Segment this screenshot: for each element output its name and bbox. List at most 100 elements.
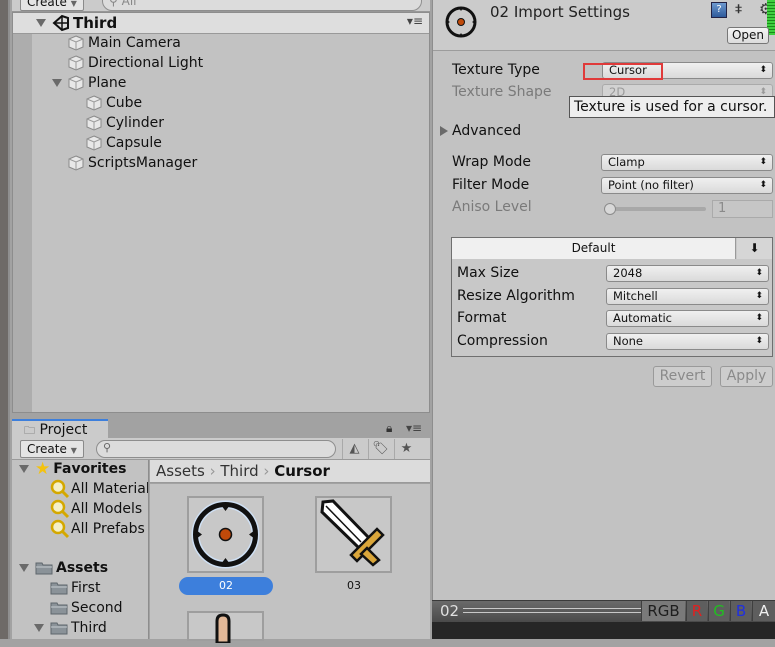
resize-algorithm-dropdown[interactable]: Mitchell ⬍ [606, 288, 769, 305]
hierarchy-gutter [13, 34, 32, 412]
open-button[interactable]: Open [727, 27, 769, 44]
scene-header-row[interactable]: Third ▾≡ [13, 13, 429, 34]
favorites-header[interactable]: ★ Favorites [19, 460, 126, 479]
search-by-label-icon[interactable]: 🏷︎ [368, 439, 392, 459]
saved-search-icon [50, 499, 70, 519]
folder-item[interactable]: Second [50, 598, 123, 618]
folder-icon [50, 582, 68, 595]
assets-header[interactable]: Assets [19, 558, 108, 578]
apply-button[interactable]: Apply [720, 366, 773, 387]
hierarchy-search-input[interactable]: ⚲ All [102, 0, 422, 11]
hierarchy-item[interactable]: Cylinder [86, 113, 164, 133]
annotation-highlight-box [583, 63, 663, 80]
gameobject-cube-icon [86, 95, 102, 111]
project-asset-grid: 02 03 [150, 484, 430, 645]
crosshair-cursor-icon [189, 498, 262, 575]
tooltip: Texture is used for a cursor. [569, 96, 775, 118]
breadcrumb-separator-icon: › [258, 462, 275, 480]
folder-label: Third [71, 620, 107, 636]
wrap-mode-dropdown[interactable]: Clamp ⬍ [601, 154, 773, 171]
saved-search-icon [50, 479, 70, 499]
channel-button-g[interactable]: G [708, 601, 729, 621]
expand-arrow-icon[interactable] [34, 624, 44, 632]
wrap-mode-label: Wrap Mode [452, 154, 532, 170]
hierarchy-item-label: Directional Light [88, 55, 204, 71]
save-search-star-icon[interactable]: ★ [394, 439, 418, 459]
expand-arrow-icon [440, 126, 448, 136]
download-arrow-icon[interactable]: ⬇ [737, 238, 772, 259]
project-folder-tree: ★ Favorites All Materials All Models All Pre… [12, 460, 149, 639]
tab-default-platform[interactable]: Default [452, 238, 736, 259]
expand-arrow-icon[interactable] [19, 564, 29, 572]
asset-label[interactable]: 03 [307, 577, 401, 595]
help-book-icon[interactable]: ? [711, 2, 727, 18]
project-create-button[interactable]: Create ▼ [20, 440, 84, 458]
channel-button-b[interactable]: B [730, 601, 751, 621]
channel-button-rgb[interactable]: RGB [641, 601, 685, 621]
filter-mode-dropdown[interactable]: Point (no filter) ⬍ [601, 177, 773, 194]
gameobject-cube-icon [68, 155, 84, 171]
search-by-type-icon[interactable]: ◭ [342, 439, 366, 459]
gameobject-cube-icon [86, 135, 102, 151]
hierarchy-item-label: Plane [88, 75, 127, 91]
max-size-dropdown[interactable]: 2048 ⬍ [606, 265, 769, 282]
hierarchy-toolbar: Create ▼ ⚲ All [12, 0, 430, 12]
gameobject-cube-icon [68, 35, 84, 51]
breadcrumb: Assets › Third › Cursor [150, 460, 430, 483]
expand-arrow-icon[interactable] [52, 79, 62, 87]
lock-icon[interactable]: 🔒︎ [386, 421, 392, 436]
preset-sliders-icon[interactable]: ⧧ [735, 1, 742, 17]
scene-view-edge [0, 0, 10, 639]
hierarchy-menu-icon[interactable]: ▾≡ [407, 14, 423, 28]
aniso-slider-track [604, 207, 706, 211]
format-dropdown[interactable]: Automatic ⬍ [606, 310, 769, 327]
asset-thumbnail[interactable] [187, 611, 264, 645]
texture-type-label: Texture Type [452, 62, 540, 78]
hierarchy-item[interactable]: Cube [86, 93, 142, 113]
folder-item[interactable]: First [50, 578, 100, 598]
format-label: Format [457, 310, 507, 326]
favorite-item[interactable]: All Materials [50, 479, 149, 499]
folder-icon [50, 622, 68, 635]
hierarchy-item[interactable]: Directional Light [68, 53, 203, 73]
hierarchy-item[interactable]: Main Camera [68, 33, 181, 53]
compression-dropdown[interactable]: None ⬍ [606, 333, 769, 350]
saved-search-icon [50, 519, 70, 539]
favorite-item[interactable]: All Models [50, 499, 142, 519]
channel-button-r[interactable]: R [686, 601, 707, 621]
project-menu-icon[interactable]: ▾≡ [406, 421, 422, 435]
favorite-label: All Materials [71, 481, 149, 497]
preview-drag-handle[interactable] [463, 608, 641, 609]
breadcrumb-item[interactable]: Assets [156, 462, 205, 480]
hierarchy-item[interactable]: ScriptsManager [68, 153, 197, 173]
breadcrumb-separator-icon: › [204, 462, 221, 480]
inspector-title: 02 Import Settings [490, 3, 630, 21]
project-search-input[interactable]: ⚲ [96, 440, 336, 458]
assets-label: Assets [56, 560, 109, 576]
favorite-item[interactable]: All Prefabs [50, 519, 145, 539]
asset-thumbnail[interactable] [187, 496, 264, 573]
max-size-label: Max Size [457, 265, 520, 281]
breadcrumb-item[interactable]: Cursor [274, 462, 330, 480]
preview-area [432, 622, 775, 639]
asset-thumbnail[interactable] [315, 496, 392, 573]
channel-button-a[interactable]: A [752, 601, 775, 621]
folder-item[interactable]: Third [34, 618, 107, 638]
hierarchy-item[interactable]: Capsule [86, 133, 162, 153]
hierarchy-item-label: Cylinder [106, 115, 164, 131]
revert-button[interactable]: Revert [653, 366, 712, 387]
advanced-foldout[interactable]: Advanced [440, 123, 521, 139]
asset-label[interactable]: 02 [179, 577, 273, 595]
expand-arrow-icon[interactable] [19, 465, 29, 473]
hierarchy-item[interactable]: Plane [52, 73, 126, 93]
preview-drag-handle-line [463, 612, 641, 613]
breadcrumb-item[interactable]: Third [220, 462, 258, 480]
preview-name: 02 [440, 602, 460, 620]
aniso-level-label: Aniso Level [452, 199, 532, 215]
hierarchy-item-label: Main Camera [88, 35, 181, 51]
compression-label: Compression [457, 333, 548, 349]
tab-project[interactable]: 🗀 Project [12, 419, 108, 439]
unity-scene-icon [52, 14, 69, 32]
expand-arrow-icon[interactable] [36, 19, 46, 27]
hierarchy-create-button[interactable]: Create ▼ [20, 0, 84, 11]
